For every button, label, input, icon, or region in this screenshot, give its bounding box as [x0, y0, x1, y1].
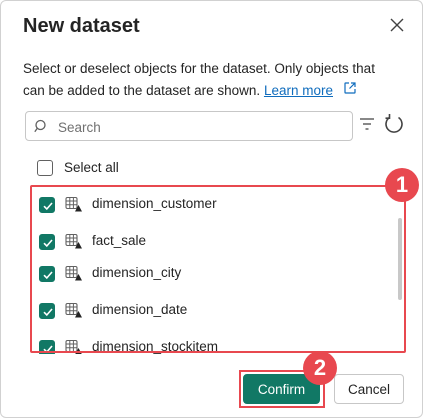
- list-item[interactable]: dimension_city: [31, 260, 391, 286]
- checkmark-icon: [43, 202, 53, 211]
- search-icon: [34, 119, 49, 139]
- close-icon[interactable]: [387, 15, 407, 35]
- select-all-checkbox[interactable]: Select all: [37, 158, 197, 180]
- callout-badge-1: 1: [385, 168, 419, 202]
- object-list: dimension_customer fact_sale dimension_cit…: [31, 186, 406, 354]
- list-item[interactable]: dimension_stockitem: [31, 334, 391, 354]
- table-icon: [65, 302, 83, 323]
- learn-more-link[interactable]: Learn more: [264, 83, 333, 98]
- item-checkbox[interactable]: [39, 340, 55, 354]
- item-label: dimension_date: [92, 302, 188, 317]
- external-link-icon[interactable]: [343, 80, 357, 102]
- item-checkbox[interactable]: [39, 197, 55, 213]
- list-item[interactable]: fact_sale: [31, 228, 391, 254]
- refresh-icon[interactable]: [383, 113, 405, 140]
- checkmark-icon: [43, 308, 53, 317]
- item-checkbox[interactable]: [39, 303, 55, 319]
- list-item[interactable]: dimension_customer: [31, 191, 391, 217]
- checkmark-icon: [43, 239, 53, 248]
- item-checkbox[interactable]: [39, 266, 55, 282]
- item-label: fact_sale: [92, 233, 147, 248]
- select-all-check-box[interactable]: [37, 160, 53, 176]
- item-checkbox[interactable]: [39, 234, 55, 250]
- cancel-button[interactable]: Cancel: [334, 374, 404, 404]
- dialog-description: Select or deselect objects for the datas…: [23, 58, 393, 102]
- table-icon: [65, 196, 83, 217]
- filter-icon[interactable]: [359, 117, 375, 136]
- callout-badge-2: 2: [303, 351, 337, 385]
- search-box[interactable]: [25, 111, 353, 141]
- item-label: dimension_customer: [92, 196, 217, 211]
- table-icon: [65, 265, 83, 286]
- select-all-label: Select all: [64, 160, 119, 175]
- item-label: dimension_city: [92, 265, 182, 280]
- item-label: dimension_stockitem: [92, 339, 219, 354]
- checkmark-icon: [43, 345, 53, 354]
- search-input[interactable]: [56, 116, 345, 138]
- new-dataset-dialog: New dataset Select or deselect objects f…: [0, 0, 423, 418]
- list-scrollbar[interactable]: [397, 190, 403, 348]
- table-icon: [65, 233, 83, 254]
- dialog-title: New dataset: [23, 15, 140, 37]
- list-item[interactable]: dimension_date: [31, 297, 391, 323]
- scrollbar-thumb[interactable]: [398, 218, 402, 300]
- table-icon: [65, 339, 83, 354]
- checkmark-icon: [43, 271, 53, 280]
